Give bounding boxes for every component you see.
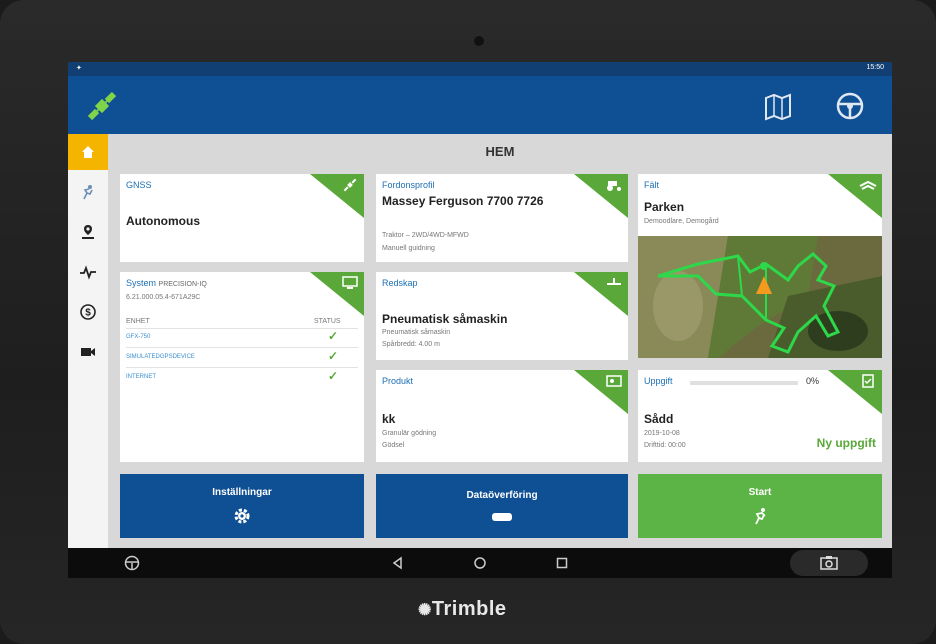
satellite-icon[interactable] bbox=[82, 86, 122, 126]
system-version: 6.21.000.05.4-671A29C bbox=[126, 294, 201, 301]
sidebar-item-cost[interactable]: $ bbox=[68, 294, 108, 330]
sidebar: $ bbox=[68, 134, 108, 548]
steering-wheel-icon[interactable] bbox=[124, 555, 140, 571]
implement-card[interactable]: Redskap Pneumatisk såmaskin Pneumatisk s… bbox=[376, 272, 628, 360]
settings-button[interactable]: Inställningar bbox=[120, 474, 364, 538]
system-title-text: System bbox=[126, 278, 157, 288]
sidebar-item-camera[interactable] bbox=[68, 334, 108, 370]
monitor-icon bbox=[342, 276, 358, 289]
satellite-icon bbox=[343, 178, 357, 192]
field-map-icon[interactable] bbox=[762, 90, 794, 122]
sidebar-item-home[interactable] bbox=[68, 134, 108, 170]
back-icon[interactable] bbox=[390, 555, 406, 571]
device-row: SIMULATEDGPSDEVICE bbox=[126, 354, 195, 360]
implement-icon bbox=[607, 278, 621, 285]
satellite-runner-icon bbox=[83, 185, 93, 200]
location-pin-icon bbox=[82, 225, 94, 239]
vehicle-profile-card[interactable]: Fordonsprofil Massey Ferguson 7700 7726 … bbox=[376, 174, 628, 262]
home-nav-icon[interactable] bbox=[472, 555, 488, 571]
video-camera-icon bbox=[81, 348, 95, 356]
gnss-card[interactable]: GNSS Autonomous bbox=[120, 174, 364, 262]
field-title: Fält bbox=[644, 180, 660, 190]
divider bbox=[126, 367, 358, 368]
home-content: HEM GNSS Autonomous Fordonsprofil Massey… bbox=[108, 134, 892, 548]
usb-drive-icon bbox=[492, 512, 512, 521]
field-card[interactable]: Fält Parken Demoodlare, Demogård bbox=[638, 174, 882, 358]
home-icon bbox=[82, 146, 94, 158]
divider bbox=[126, 347, 358, 348]
tablet-device: ✦ 15:50 $ HEM GNSS Autonomous Fordonspro… bbox=[0, 0, 936, 644]
pulse-icon bbox=[80, 265, 96, 280]
col-status-header: STATUS bbox=[314, 318, 341, 325]
task-date: 2019-10-08 bbox=[644, 430, 680, 437]
data-transfer-label: Dataöverföring bbox=[466, 489, 538, 501]
settings-label: Inställningar bbox=[212, 486, 272, 498]
field-farm: Demoodlare, Demogård bbox=[644, 218, 719, 225]
tractor-icon bbox=[607, 181, 621, 191]
field-map[interactable] bbox=[638, 236, 882, 358]
system-card[interactable]: System PRECISION-IQ 6.21.000.05.4-671A29… bbox=[120, 272, 364, 462]
status-check-icon: ✓ bbox=[328, 369, 339, 383]
device-row: INTERNET bbox=[126, 374, 156, 380]
system-title: System PRECISION-IQ bbox=[126, 278, 207, 288]
product-card[interactable]: Produkt kk Granulär gödning Gödsel bbox=[376, 370, 628, 462]
product-category: Gödsel bbox=[382, 442, 405, 449]
gnss-title: GNSS bbox=[126, 180, 152, 190]
col-unit-header: ENHET bbox=[126, 318, 150, 325]
runner-icon bbox=[755, 507, 766, 524]
front-camera bbox=[474, 36, 484, 46]
sidebar-item-guidance[interactable] bbox=[68, 174, 108, 210]
clipboard-icon bbox=[862, 374, 874, 388]
vehicle-type: Traktor – 2WD/4WD-MFWD bbox=[382, 232, 469, 239]
divider bbox=[126, 328, 358, 329]
brand-text: Trimble bbox=[431, 598, 507, 620]
trimble-globe-icon: ✺ bbox=[418, 602, 432, 619]
page-title: HEM bbox=[485, 144, 515, 159]
app-bar bbox=[68, 76, 892, 134]
sidebar-item-diagnostics[interactable] bbox=[68, 254, 108, 290]
product-type: Granulär gödning bbox=[382, 430, 437, 437]
task-progress-bar bbox=[690, 381, 798, 385]
task-card[interactable]: Uppgift 0% Sådd 2019-10-08 Drifttid: 00:… bbox=[638, 370, 882, 462]
screenshot-button[interactable] bbox=[790, 550, 868, 576]
start-label: Start bbox=[748, 486, 772, 498]
field-name: Parken bbox=[644, 200, 685, 214]
sidebar-item-location[interactable] bbox=[68, 214, 108, 250]
vehicle-profile-title: Fordonsprofil bbox=[382, 180, 435, 190]
implement-width: Spårbredd: 4.00 m bbox=[382, 341, 440, 348]
task-name: Sådd bbox=[644, 412, 674, 426]
screen: ✦ 15:50 $ HEM GNSS Autonomous Fordonspro… bbox=[68, 62, 892, 578]
dollar-circle-icon: $ bbox=[80, 304, 96, 320]
status-check-icon: ✓ bbox=[328, 329, 339, 343]
product-title: Produkt bbox=[382, 376, 414, 386]
vehicle-name: Massey Ferguson 7700 7726 bbox=[382, 194, 544, 208]
new-task-link[interactable]: Ny uppgift bbox=[817, 436, 876, 450]
product-name: kk bbox=[382, 412, 396, 426]
product-icon bbox=[606, 375, 622, 387]
gnss-value: Autonomous bbox=[126, 214, 200, 228]
recents-icon[interactable] bbox=[554, 555, 570, 571]
svg-text:$: $ bbox=[85, 308, 91, 319]
implement-title: Redskap bbox=[382, 278, 418, 288]
brand-logo: ✺Trimble bbox=[418, 598, 507, 621]
task-runtime: Drifttid: 00:00 bbox=[644, 442, 686, 449]
device-row: GFX-750 bbox=[126, 334, 151, 340]
notification-icon: ✦ bbox=[76, 65, 82, 72]
task-title: Uppgift bbox=[644, 376, 673, 386]
camera-icon bbox=[820, 556, 838, 570]
status-time: 15:50 bbox=[866, 64, 884, 71]
implement-type: Pneumatisk såmaskin bbox=[382, 329, 451, 336]
implement-name: Pneumatisk såmaskin bbox=[382, 312, 508, 326]
data-transfer-button[interactable]: Dataöverföring bbox=[376, 474, 628, 538]
android-status-bar: ✦ 15:50 bbox=[68, 62, 892, 76]
task-progress-value: 0% bbox=[806, 376, 820, 386]
vehicle-guidance: Manuell guidning bbox=[382, 245, 435, 252]
system-product: PRECISION-IQ bbox=[158, 281, 207, 288]
android-nav-bar bbox=[68, 548, 892, 578]
start-button[interactable]: Start bbox=[638, 474, 882, 538]
steering-wheel-icon[interactable] bbox=[834, 90, 866, 122]
status-check-icon: ✓ bbox=[328, 349, 339, 363]
gear-icon bbox=[234, 508, 250, 523]
field-icon bbox=[859, 180, 877, 190]
